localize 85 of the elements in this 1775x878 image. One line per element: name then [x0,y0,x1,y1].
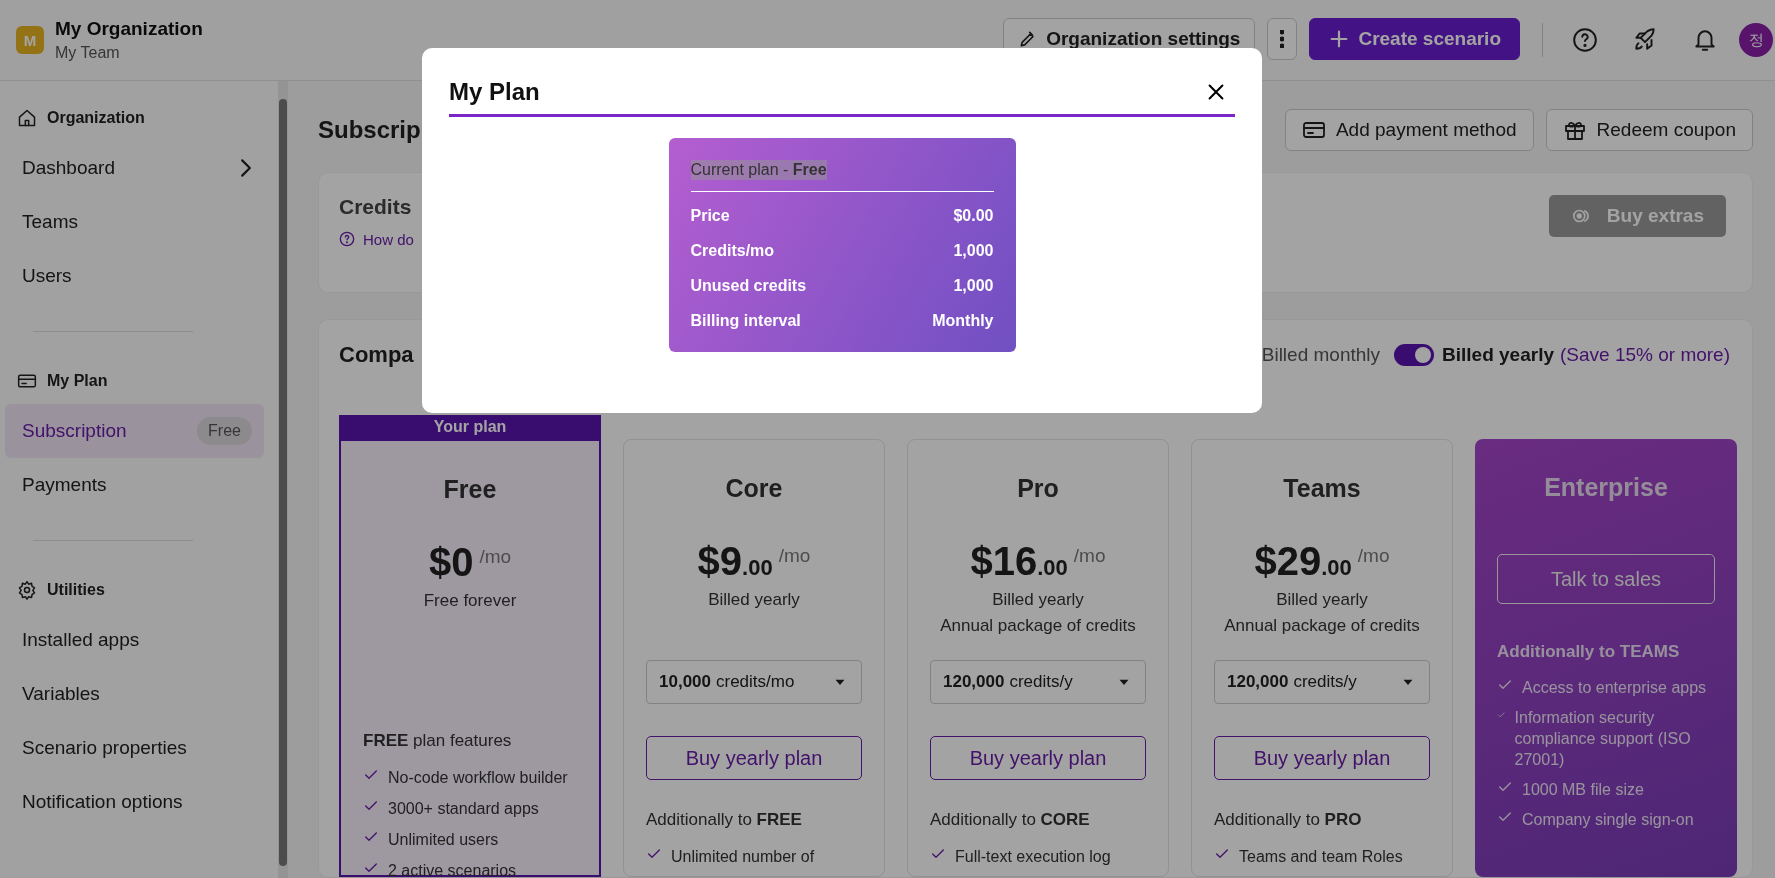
modal-title: My Plan [449,78,540,106]
summary-value: Monthly [932,311,994,330]
features-heading: Additionally to FREE [646,810,803,830]
plan-price: $9.00 /mo [697,539,811,584]
plan-note: Annual package of credits [940,616,1136,636]
plan-name: Free [443,475,497,504]
features-heading: Additionally to TEAMS [1497,642,1681,662]
section-heading: Organization [47,109,145,127]
home-icon [17,108,37,128]
section-heading: My Plan [47,372,108,390]
feature-text: Information security compliance support (ISO 27001) [1514,708,1692,770]
feature-text: Teams and team Roles [1239,847,1403,867]
plan-name: Pro [1017,474,1059,503]
your-plan-badge: Your plan [339,415,601,439]
help-icon [339,231,355,248]
credits-dropdown[interactable]: 120,000 credits/y [930,660,1146,704]
credits-dropdown[interactable]: 10,000 credits/mo [646,660,862,704]
sidebar-item[interactable]: Notification options [5,775,264,829]
feature-text: 3000+ standard apps [388,799,539,819]
sidebar-item[interactable]: Subscription Free [5,404,264,458]
panel-title: Compa [339,342,415,368]
feature-text: 2 active scenarios [388,861,517,878]
org-name: My Organization [55,18,203,40]
sidebar-item[interactable]: Teams [5,195,264,249]
sidebar-item[interactable]: Users [5,249,264,303]
feature-text: Unlimited number of [671,847,815,867]
page-title: Subscrip [318,115,422,144]
kebab-icon [1280,30,1285,48]
action-button[interactable]: Redeem coupon [1545,108,1753,151]
org-avatar: M [16,26,44,54]
feature-text: Company single sign-on [1522,810,1694,830]
rocket-icon [1632,27,1658,53]
panel-title: Credits [339,194,413,219]
feature-text: No-code workflow builder [388,768,568,788]
credit-card-icon [17,371,37,391]
scrollbar[interactable] [278,81,288,878]
plan-note: Billed yearly [1276,590,1368,610]
section-heading: Utilities [47,581,105,599]
gear-icon [17,580,37,600]
feature-text: Full-text execution log [955,847,1111,867]
help-icon [1572,27,1598,53]
features-heading: FREE plan features [363,731,513,751]
sidebar-item[interactable]: Dashboard [5,141,264,195]
buy-plan-button[interactable]: Buy yearly plan [1214,736,1430,780]
plan-name: Core [725,474,783,503]
sidebar-item[interactable]: Variables [5,667,264,721]
plan-name: Enterprise [1544,473,1668,502]
action-button[interactable]: Add payment method [1284,108,1534,151]
plan-note: Billed yearly [992,590,1084,610]
feature-text: Access to enterprise apps [1522,678,1707,698]
plan-note: Annual package of credits [1224,616,1420,636]
billing-label: Billed yearly [1442,344,1554,366]
billing-label: Billed monthly [1261,344,1381,366]
feature-text: Unlimited users [388,830,499,850]
summary-label: Unused credits [690,276,807,295]
buy-plan-button[interactable]: Buy yearly plan [646,736,862,780]
team-name: My Team [55,44,121,62]
create-scenario-button[interactable]: Create scenario [1309,18,1520,60]
more-button[interactable] [1267,18,1298,60]
plan-name: Teams [1283,474,1361,503]
summary-value: 1,000 [953,241,994,260]
billing-toggle[interactable] [1394,344,1435,366]
plan-price: $16.00 /mo [970,539,1106,584]
sidebar-item[interactable]: Installed apps [5,613,264,667]
features-heading: Additionally to PRO [1214,810,1363,830]
plan-note: Free forever [423,591,517,611]
summary-label: Price [690,206,730,225]
bell-icon [1692,27,1718,53]
help-link[interactable]: How do [363,230,414,248]
summary-value: $0.00 [953,206,994,225]
feature-text: 1000 MB file size [1522,780,1644,800]
sidebar-item[interactable]: Scenario properties [5,721,264,775]
summary-value: 1,000 [953,276,994,295]
summary-label: Billing interval [690,311,801,330]
buy-plan-button[interactable]: Buy yearly plan [930,736,1146,780]
plan-note: Billed yearly [708,590,800,610]
save-note: (Save 15% or more) [1560,344,1730,366]
user-avatar[interactable]: 정 [1739,23,1773,57]
plan-summary-title: Current plan - Free [690,160,827,180]
credits-dropdown[interactable]: 120,000 credits/y [1214,660,1430,704]
features-heading: Additionally to CORE [930,810,1091,830]
sidebar-item[interactable]: Payments [5,458,264,512]
plan-price: $29.00 /mo [1254,539,1390,584]
plan-badge: Free [197,417,252,445]
summary-label: Credits/mo [690,241,775,260]
